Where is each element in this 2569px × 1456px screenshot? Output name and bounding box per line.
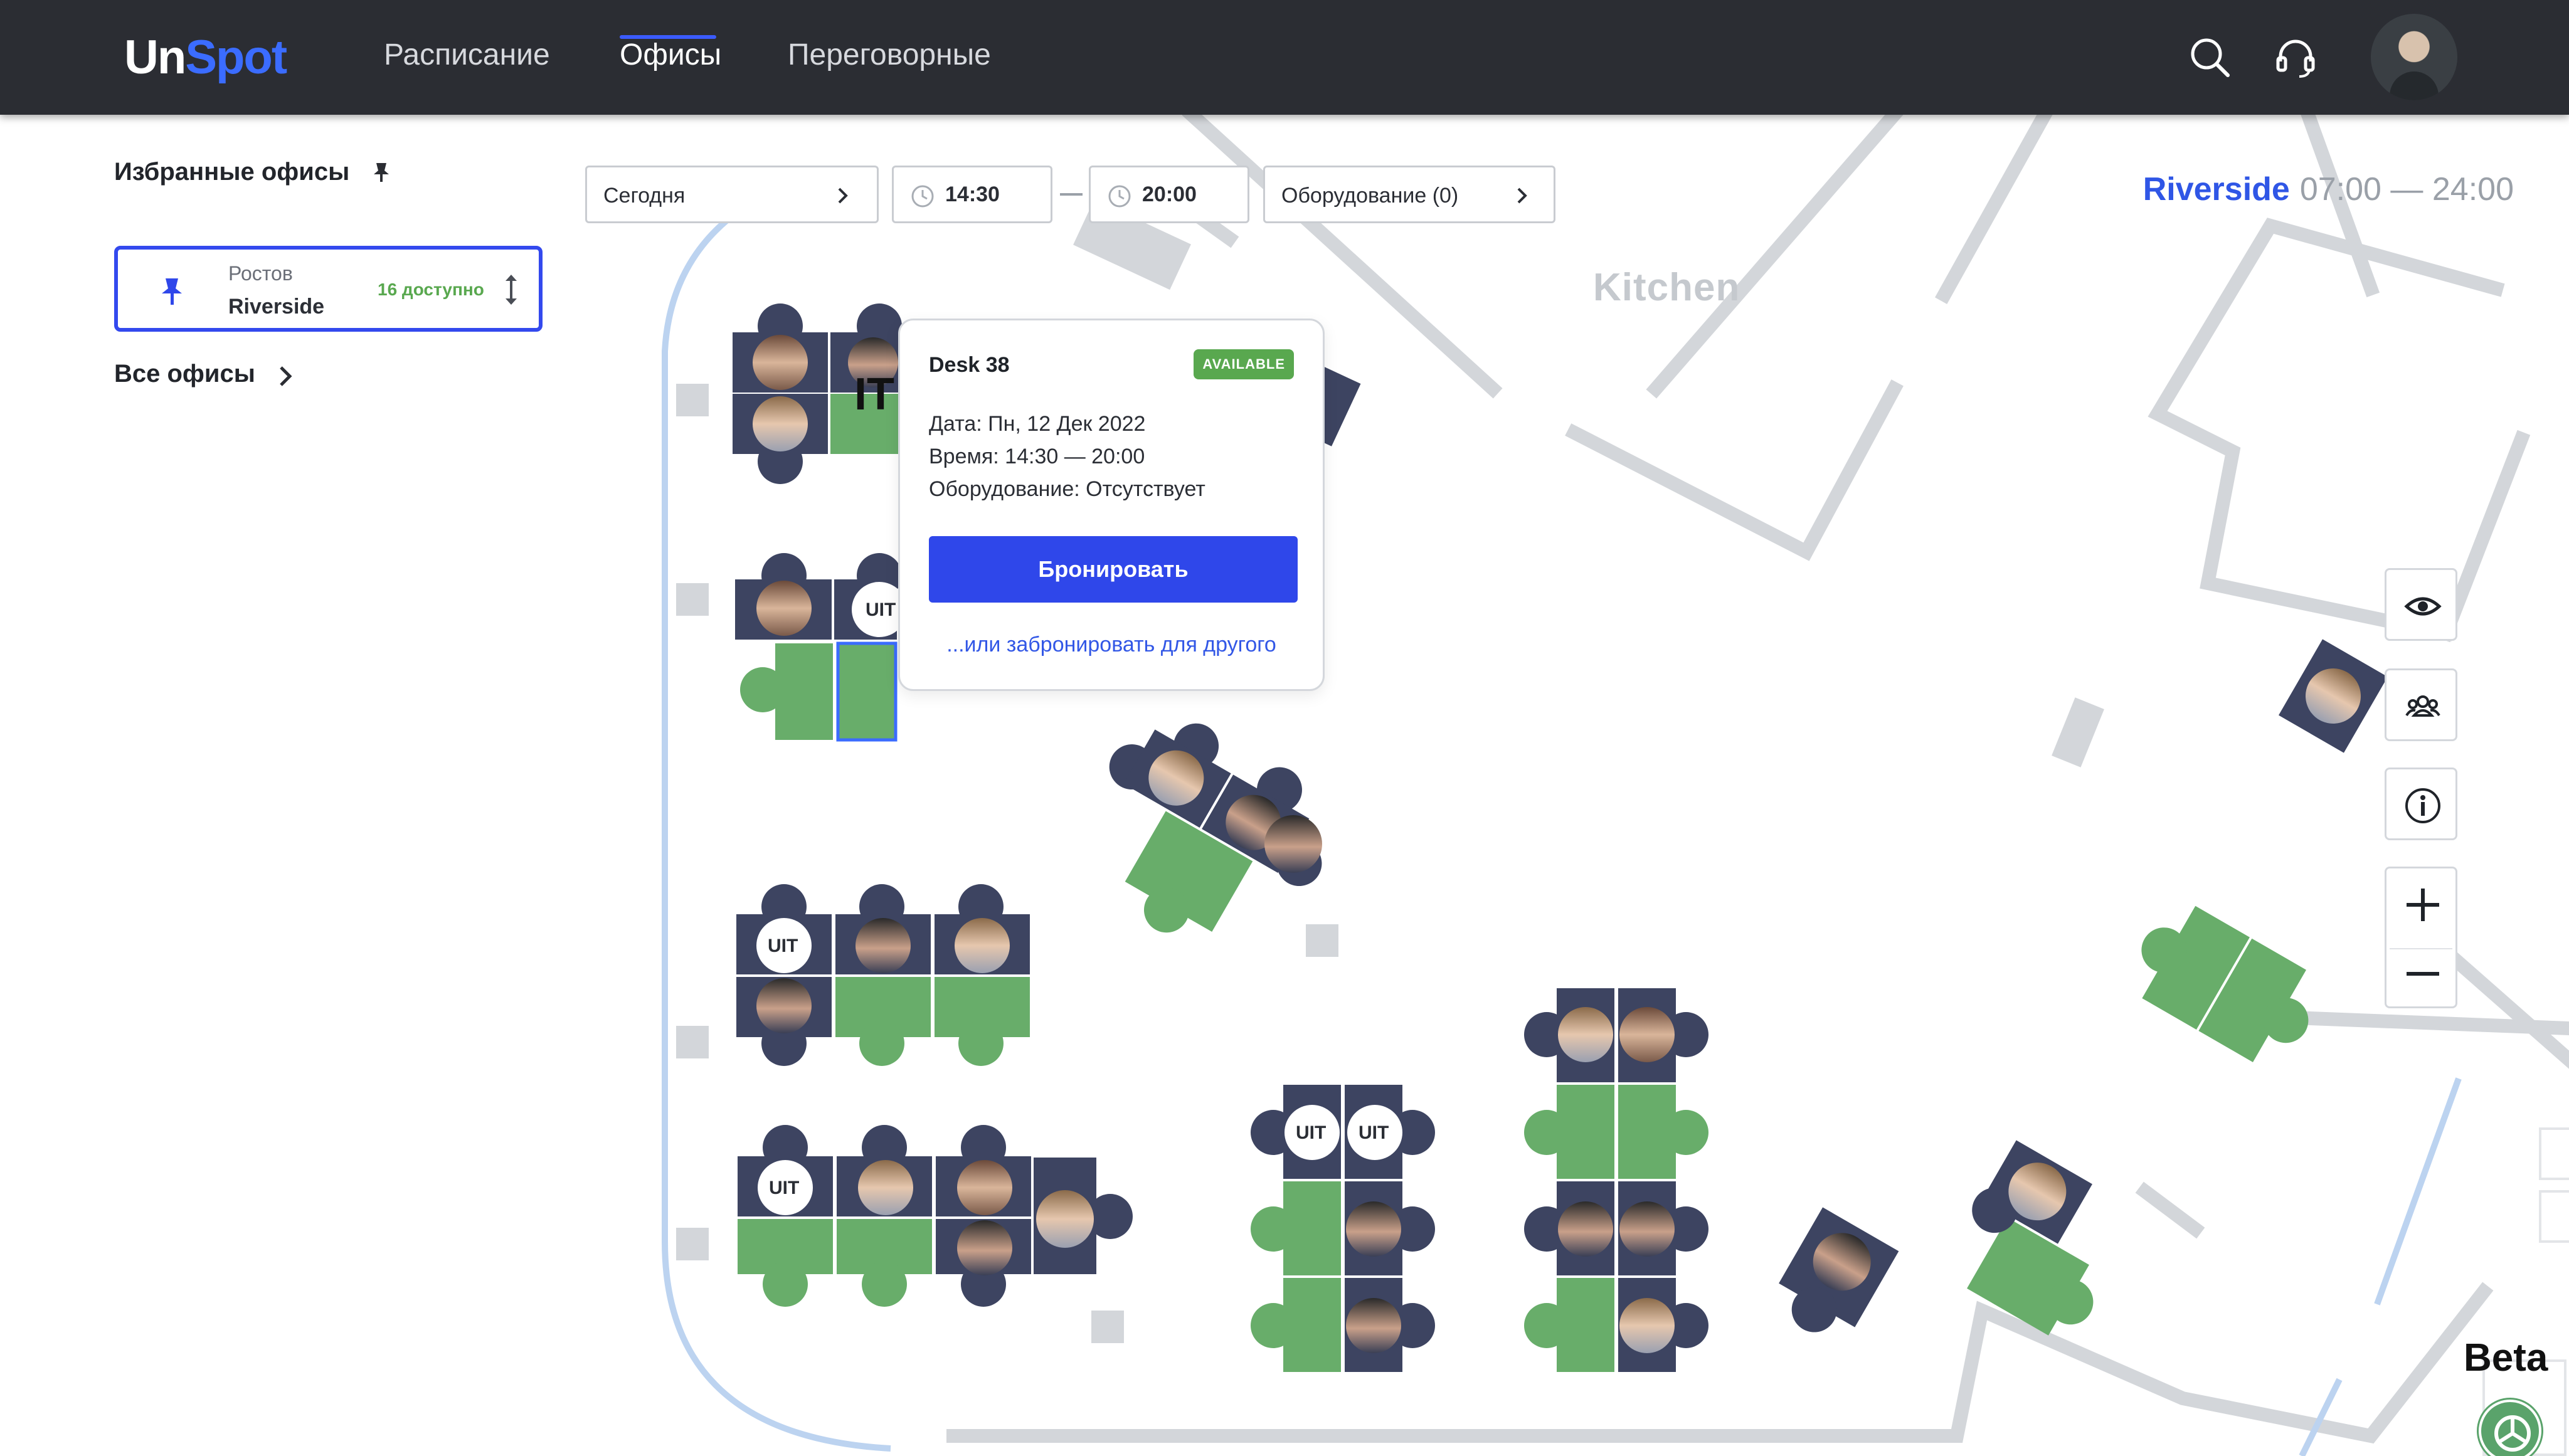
- status-badge: AVAILABLE: [1194, 349, 1294, 379]
- equipment-selector[interactable]: Оборудование (0): [1263, 166, 1555, 223]
- current-office-name: Riverside: [2143, 171, 2290, 208]
- time-to-field[interactable]: 20:00: [1089, 166, 1249, 223]
- help-icon: [2494, 1415, 2531, 1452]
- booking-date: Дата: Пн, 12 Дек 2022: [929, 412, 1146, 436]
- desk-uit-logo: UIT: [1296, 1122, 1327, 1143]
- desk-title: Desk 38: [929, 353, 1010, 377]
- favorite-office-card[interactable]: Ростов Riverside 16 доступно: [114, 246, 543, 332]
- desk-uit-logo: UIT: [866, 599, 896, 620]
- zoom-control: [2385, 867, 2457, 1008]
- desk-uit-logo: UIT: [1359, 1122, 1389, 1143]
- info-button[interactable]: [2385, 768, 2457, 840]
- user-avatar[interactable]: [2371, 14, 2457, 100]
- desk-group-b[interactable]: [735, 553, 907, 742]
- booking-equipment: Оборудование: Отсутствует: [929, 477, 1205, 501]
- time-range-separator: [1060, 193, 1083, 196]
- booking-time: Время: 14:30 — 20:00: [929, 445, 1145, 468]
- desk-group-i[interactable]: [1934, 1137, 2147, 1348]
- team-button[interactable]: [2385, 668, 2457, 741]
- office-city: Ростов: [228, 262, 293, 285]
- reorder-icon[interactable]: [502, 272, 521, 307]
- desk-uit-logo: UIT: [769, 1178, 800, 1198]
- clock-icon: [911, 185, 934, 208]
- desk-single-h[interactable]: [1765, 1207, 1899, 1351]
- zoom-divider: [2390, 948, 2452, 949]
- office-availability: 16 доступно: [378, 280, 484, 299]
- zoom-out-icon[interactable]: [2404, 955, 2442, 993]
- time-from-field[interactable]: 14:30: [892, 166, 1052, 223]
- all-offices-link[interactable]: Все офисы: [114, 360, 255, 388]
- nav-meeting-rooms[interactable]: Переговорные: [788, 38, 991, 72]
- desk-single-k[interactable]: [2279, 639, 2388, 753]
- office-hours-header: Riverside 07:00 — 24:00: [2143, 171, 2514, 208]
- desk-uit-logo: UIT: [768, 936, 798, 956]
- favorite-offices-title: Избранные офисы: [114, 158, 350, 186]
- info-icon: [2405, 788, 2440, 823]
- desk-group-j[interactable]: [2118, 892, 2332, 1077]
- chevron-right-icon: [838, 187, 848, 204]
- book-for-other-link[interactable]: ...или забронировать для другого: [900, 633, 1323, 657]
- top-navigation-bar: UnSpot Расписание Офисы Переговорные: [0, 0, 2569, 115]
- beta-label: Beta: [2464, 1336, 2548, 1380]
- visibility-button[interactable]: [2385, 568, 2457, 641]
- app-logo[interactable]: UnSpot: [124, 30, 287, 85]
- support-headset-icon[interactable]: [2270, 33, 2321, 83]
- help-chat-button[interactable]: [2479, 1400, 2541, 1456]
- chevron-right-icon: [1517, 187, 1527, 204]
- office-name: Riverside: [228, 295, 325, 319]
- pinned-icon[interactable]: [161, 277, 183, 306]
- desk-group-e[interactable]: [738, 1125, 1133, 1307]
- pin-icon[interactable]: [373, 162, 390, 183]
- desk-it-label: IT: [854, 369, 894, 419]
- office-hours: 07:00 — 24:00: [2299, 171, 2514, 208]
- chevron-right-icon[interactable]: [276, 365, 295, 388]
- zoom-in-icon[interactable]: [2404, 886, 2442, 924]
- clock-icon: [1108, 185, 1131, 208]
- search-icon[interactable]: [2185, 33, 2235, 83]
- eye-icon: [2404, 597, 2442, 616]
- nav-schedule[interactable]: Расписание: [384, 38, 550, 72]
- desk-group-d[interactable]: [736, 884, 1030, 1066]
- desk-group-g[interactable]: [1524, 988, 1708, 1372]
- book-button[interactable]: Бронировать: [929, 536, 1298, 603]
- desk-booking-popup: Desk 38 AVAILABLE Дата: Пн, 12 Дек 2022 …: [898, 319, 1325, 691]
- date-selector[interactable]: Сегодня: [585, 166, 879, 223]
- desk-group-f[interactable]: [1251, 1085, 1435, 1372]
- team-icon: [2405, 695, 2440, 717]
- nav-offices[interactable]: Офисы: [620, 38, 721, 72]
